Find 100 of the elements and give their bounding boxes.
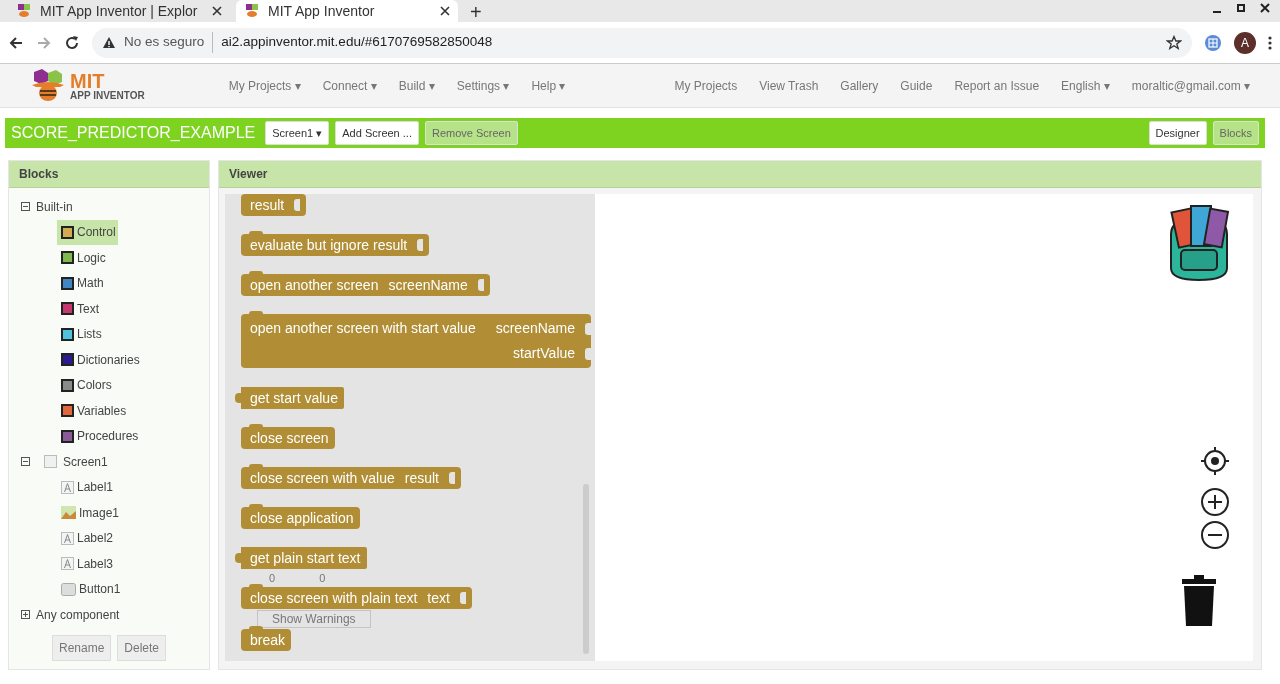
- menu-item[interactable]: Connect ▾: [322, 76, 377, 95]
- back-icon[interactable]: [8, 34, 24, 51]
- block-label: evaluate but ignore result: [250, 235, 408, 255]
- toggle-icon[interactable]: [21, 610, 30, 620]
- error-count: 0: [319, 570, 326, 586]
- input-label: startValue: [513, 344, 576, 363]
- block-label: get plain start text: [250, 548, 361, 568]
- zoom-out-icon[interactable]: [1200, 520, 1230, 550]
- toggle-icon[interactable]: [21, 202, 30, 212]
- block-label: open another screen with start value: [250, 319, 476, 338]
- code-block[interactable]: close screen with plain text text: [241, 587, 472, 609]
- code-block[interactable]: close application: [241, 507, 360, 529]
- input-socket: [449, 472, 455, 484]
- code-block[interactable]: open another screen with start value screenName startValue: [241, 314, 592, 368]
- warnings-button[interactable]: Show Warnings: [257, 610, 371, 628]
- menu-item[interactable]: My Projects ▾: [228, 76, 301, 95]
- zoom-in-icon[interactable]: [1200, 487, 1230, 517]
- tree-item[interactable]: Logic: [57, 245, 108, 271]
- letter-icon: [61, 557, 74, 571]
- menu-item[interactable]: Help ▾: [531, 76, 566, 95]
- tree-item[interactable]: Variables: [57, 398, 129, 424]
- tree-item[interactable]: Control: [57, 219, 118, 245]
- warning-count: 0: [269, 570, 276, 586]
- tree-item[interactable]: Procedures: [57, 423, 141, 449]
- input-socket: [477, 279, 484, 291]
- reload-icon[interactable]: [64, 34, 80, 51]
- trash-icon[interactable]: [1180, 574, 1218, 626]
- input-label: screenName: [495, 319, 576, 338]
- tree-item[interactable]: Lists: [57, 321, 104, 347]
- toolbar-button[interactable]: Screen1 ▾: [265, 120, 330, 146]
- mode-button[interactable]: Blocks: [1212, 120, 1259, 146]
- nav-link[interactable]: English ▾: [1061, 76, 1110, 95]
- letter-icon: [61, 531, 74, 545]
- browser-tab[interactable]: MIT App Inventor | Explor: [8, 0, 230, 22]
- app-icon: [16, 3, 32, 19]
- button-icon: [61, 582, 76, 596]
- letter-icon: [61, 480, 74, 494]
- avatar[interactable]: A: [1234, 31, 1256, 54]
- screen-icon: [44, 455, 57, 469]
- tree-item[interactable]: Label1: [57, 474, 116, 500]
- star-icon[interactable]: [1166, 34, 1182, 51]
- code-block[interactable]: open another screen screenName: [241, 274, 490, 296]
- input-label: screenName: [388, 275, 468, 295]
- nav-link[interactable]: Gallery: [840, 76, 879, 95]
- block-label: close screen with plain text: [250, 588, 418, 608]
- panel-header: Blocks: [9, 161, 209, 188]
- url-text: ai2.appinventor.mit.edu/#6170769582850048: [221, 33, 493, 52]
- tree-item[interactable]: Built-in: [36, 197, 73, 216]
- tree-item[interactable]: Screen1: [63, 452, 108, 471]
- recenter-icon[interactable]: [1200, 446, 1230, 476]
- nav-link[interactable]: moraltic@gmail.com ▾: [1131, 76, 1250, 95]
- security-label: No es seguro: [124, 32, 214, 53]
- block-label: close application: [250, 508, 354, 528]
- input-socket: [585, 347, 592, 360]
- tree-item[interactable]: Math: [57, 270, 106, 296]
- tree-item[interactable]: Image1: [57, 500, 122, 526]
- logo-subtitle: APP INVENTOR: [70, 90, 145, 101]
- address-bar[interactable]: No es seguro ai2.appinventor.mit.edu/#6170769582850048: [92, 27, 1192, 58]
- menu-icon[interactable]: [1268, 34, 1272, 51]
- block-label: close screen: [250, 428, 329, 448]
- menu-item[interactable]: Settings ▾: [456, 76, 510, 95]
- warning-icon: [102, 36, 116, 49]
- panel-header: Viewer: [219, 161, 1261, 188]
- toolbar-button[interactable]: Add Screen ...: [335, 120, 419, 146]
- bee-logo-icon: [30, 68, 66, 103]
- nav-link[interactable]: My Projects: [674, 76, 738, 95]
- tree-item[interactable]: Dictionaries: [57, 347, 142, 373]
- new-tab-button[interactable]: +: [464, 2, 488, 22]
- nav-link[interactable]: Report an Issue: [954, 76, 1040, 95]
- panel-button[interactable]: Delete: [117, 635, 166, 661]
- code-block[interactable]: close screen with value result: [241, 467, 461, 489]
- close-icon[interactable]: [212, 6, 222, 16]
- app-icon: [244, 3, 260, 19]
- tree-item[interactable]: Text: [57, 296, 101, 322]
- toggle-icon[interactable]: [21, 457, 30, 467]
- block-label: get start value: [250, 388, 338, 408]
- nav-link[interactable]: Guide: [900, 76, 933, 95]
- mode-button[interactable]: Designer: [1148, 120, 1207, 146]
- scrollbar[interactable]: [583, 484, 589, 654]
- input-socket: [585, 322, 592, 335]
- tree-item[interactable]: Button1: [57, 576, 123, 602]
- code-block[interactable]: break: [241, 629, 292, 651]
- tree-item[interactable]: Label3: [57, 551, 116, 577]
- code-block[interactable]: result: [241, 194, 307, 216]
- block-label: result: [250, 195, 285, 215]
- close-icon[interactable]: [440, 6, 450, 16]
- logo-title: MIT: [70, 70, 105, 91]
- extension-icon[interactable]: [1204, 33, 1222, 52]
- code-block[interactable]: evaluate but ignore result: [241, 234, 430, 256]
- tree-item[interactable]: Colors: [57, 372, 114, 398]
- block-label: close screen with value: [250, 468, 395, 488]
- tree-item[interactable]: Any component: [36, 605, 120, 624]
- browser-tab[interactable]: MIT App Inventor: [236, 0, 458, 22]
- panel-button[interactable]: Rename: [51, 635, 112, 661]
- nav-link[interactable]: View Trash: [759, 76, 819, 95]
- code-block[interactable]: close screen: [241, 427, 335, 449]
- menu-item[interactable]: Build ▾: [398, 76, 435, 95]
- tree-item[interactable]: Label2: [57, 525, 116, 551]
- project-name: SCORE_PREDICTOR_EXAMPLE: [11, 123, 256, 143]
- block-label: open another screen: [250, 275, 379, 295]
